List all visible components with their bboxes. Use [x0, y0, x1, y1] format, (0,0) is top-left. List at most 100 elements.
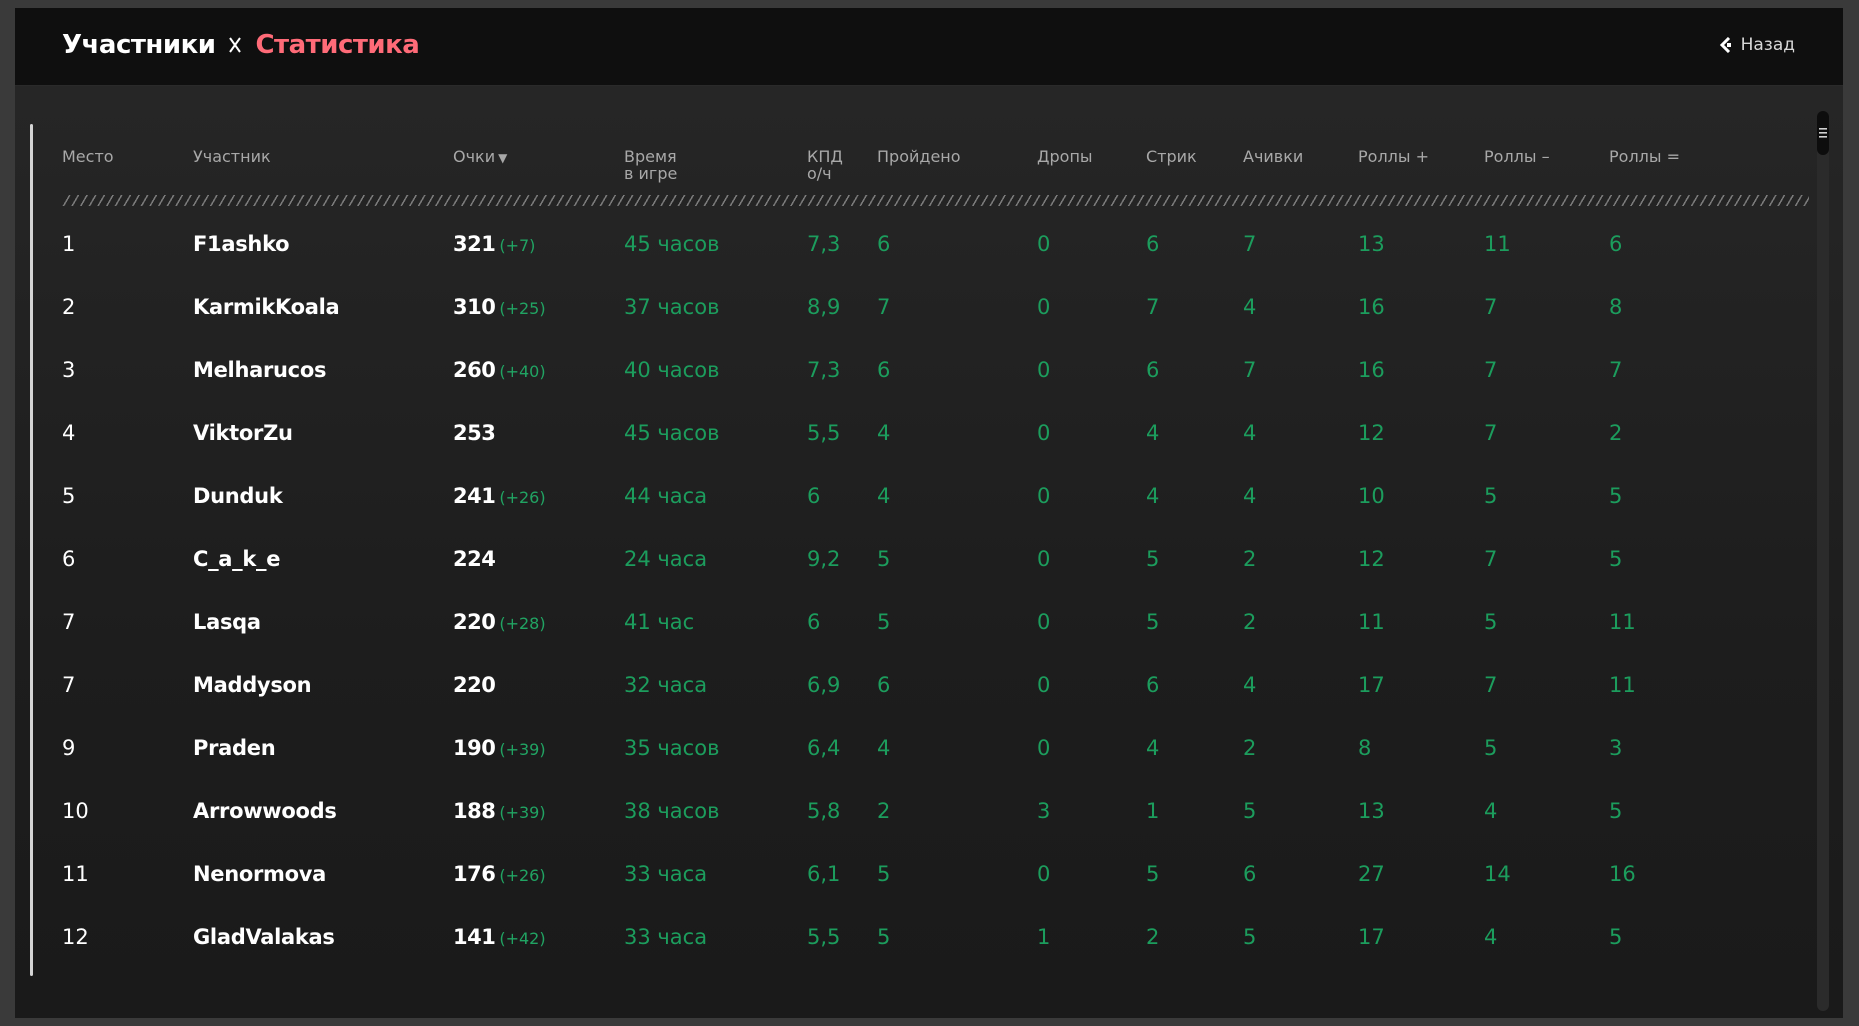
cell-rolls-equal: 5 — [1609, 547, 1623, 571]
cell-participant-name[interactable]: Maddyson — [193, 673, 312, 697]
cell-drops: 3 — [1037, 799, 1051, 823]
table-row[interactable]: 11 Nenormova 33 часа 6,1 5 0 5 6 27 14 16 176 (+26) — [62, 844, 1822, 907]
table-body: 1 F1ashko 45 часов 7,3 6 0 6 7 13 11 6 321 (+7) 2 Karm… — [62, 214, 1822, 970]
header-time-label-2: в игре — [624, 164, 678, 183]
points-value: 310 — [453, 295, 496, 319]
table-row[interactable]: 7 Maddyson 32 часа 6,9 6 0 6 4 17 7 11 220 — [62, 655, 1822, 718]
breadcrumb-participants-link[interactable]: Участники — [62, 30, 216, 60]
cell-achievements: 6 — [1243, 862, 1257, 886]
cell-achievements: 2 — [1243, 736, 1257, 760]
cell-participant-name[interactable]: Melharucos — [193, 358, 326, 382]
cell-participant-name[interactable]: C_a_k_e — [193, 547, 281, 571]
cell-points: 141 (+42) — [453, 925, 546, 949]
header-passed[interactable]: Пройдено — [877, 148, 961, 165]
cell-streak: 6 — [1146, 673, 1160, 697]
table-row[interactable]: 7 Lasqa 41 час 6 5 0 5 2 11 5 11 220 (+28) — [62, 592, 1822, 655]
cell-passed: 4 — [877, 484, 891, 508]
cell-time: 40 часов — [624, 358, 720, 382]
cell-participant-name[interactable]: Lasqa — [193, 610, 261, 634]
cell-achievements: 7 — [1243, 232, 1257, 256]
cell-rolls-minus: 7 — [1484, 421, 1498, 445]
cell-participant-name[interactable]: Praden — [193, 736, 276, 760]
cell-points: 176 (+26) — [453, 862, 546, 886]
points-value: 224 — [453, 547, 496, 571]
cell-kpd: 5,5 — [807, 421, 841, 445]
cell-rolls-equal: 11 — [1609, 673, 1636, 697]
cell-passed: 2 — [877, 799, 891, 823]
cell-streak: 7 — [1146, 295, 1160, 319]
cell-rolls-minus: 5 — [1484, 736, 1498, 760]
breadcrumb-current-page: Статистика — [255, 30, 420, 60]
cell-passed: 5 — [877, 862, 891, 886]
back-button[interactable]: Назад — [1719, 35, 1795, 55]
table-row[interactable]: 10 Arrowwoods 38 часов 5,8 2 3 1 5 13 4 5 188 (+39) — [62, 781, 1822, 844]
cell-participant-name[interactable]: Nenormova — [193, 862, 326, 886]
cell-participant-name[interactable]: Dunduk — [193, 484, 283, 508]
header-achievements-label: Ачивки — [1243, 147, 1304, 166]
table-row[interactable]: 1 F1ashko 45 часов 7,3 6 0 6 7 13 11 6 321 (+7) — [62, 214, 1822, 277]
table-row[interactable]: 6 C_a_k_e 24 часа 9,2 5 0 5 2 12 7 5 224 — [62, 529, 1822, 592]
cell-participant-name[interactable]: Arrowwoods — [193, 799, 337, 823]
cell-rolls-minus: 4 — [1484, 799, 1498, 823]
cell-rolls-equal: 3 — [1609, 736, 1623, 760]
cell-time: 35 часов — [624, 736, 720, 760]
cell-time: 45 часов — [624, 232, 720, 256]
scrollbar-track[interactable] — [1817, 111, 1829, 1011]
points-delta: (+42) — [499, 929, 546, 948]
table-row[interactable]: 2 KarmikKoala 37 часов 8,9 7 0 7 4 16 7 8 310 (+25) — [62, 277, 1822, 340]
cell-drops: 0 — [1037, 484, 1051, 508]
cell-streak: 4 — [1146, 736, 1160, 760]
cell-drops: 0 — [1037, 736, 1051, 760]
cell-points: 190 (+39) — [453, 736, 546, 760]
header-rolls-equal-label: Роллы = — [1609, 147, 1681, 166]
header-points[interactable]: Очки ▼ — [453, 148, 507, 167]
header-bar: Участники Статистика Назад — [15, 8, 1843, 86]
header-streak[interactable]: Стрик — [1146, 148, 1197, 165]
header-participant[interactable]: Участник — [193, 148, 271, 165]
header-rolls-plus[interactable]: Роллы + — [1358, 148, 1429, 165]
cell-place: 12 — [62, 925, 89, 949]
cell-rolls-plus: 16 — [1358, 358, 1385, 382]
cell-time: 32 часа — [624, 673, 708, 697]
cell-place: 5 — [62, 484, 76, 508]
table-row[interactable]: 5 Dunduk 44 часа 6 4 0 4 4 10 5 5 241 (+26) — [62, 466, 1822, 529]
cell-rolls-plus: 17 — [1358, 673, 1385, 697]
header-time[interactable]: Время в игре — [624, 148, 677, 182]
scrollbar-thumb[interactable] — [1817, 111, 1829, 155]
cell-rolls-plus: 8 — [1358, 736, 1372, 760]
cell-points: 310 (+25) — [453, 295, 546, 319]
cell-rolls-minus: 5 — [1484, 610, 1498, 634]
cell-drops: 0 — [1037, 232, 1051, 256]
back-label: Назад — [1740, 35, 1795, 55]
table-row[interactable]: 3 Melharucos 40 часов 7,3 6 0 6 7 16 7 7 260 (+40) — [62, 340, 1822, 403]
cell-time: 37 часов — [624, 295, 720, 319]
cell-kpd: 6,1 — [807, 862, 841, 886]
cell-participant-name[interactable]: GladValakas — [193, 925, 335, 949]
cell-achievements: 4 — [1243, 673, 1257, 697]
cell-rolls-minus: 7 — [1484, 547, 1498, 571]
table-row[interactable]: 4 ViktorZu 45 часов 5,5 4 0 4 4 12 7 2 253 — [62, 403, 1822, 466]
header-achievements[interactable]: Ачивки — [1243, 148, 1303, 165]
cell-points: 220 (+28) — [453, 610, 546, 634]
breadcrumb: Участники Статистика — [62, 30, 420, 60]
cell-rolls-plus: 12 — [1358, 547, 1385, 571]
cell-rolls-minus: 7 — [1484, 295, 1498, 319]
header-rolls-equal[interactable]: Роллы = — [1609, 148, 1680, 165]
header-rolls-minus[interactable]: Роллы – — [1484, 148, 1550, 165]
cell-participant-name[interactable]: F1ashko — [193, 232, 290, 256]
points-delta: (+40) — [499, 362, 546, 381]
cell-participant-name[interactable]: ViktorZu — [193, 421, 293, 445]
cell-streak: 1 — [1146, 799, 1160, 823]
scroll-grip-icon — [1819, 128, 1827, 138]
header-drops[interactable]: Дропы — [1037, 148, 1093, 165]
header-rolls-plus-label: Роллы + — [1358, 147, 1430, 166]
points-value: 260 — [453, 358, 496, 382]
cell-rolls-minus: 11 — [1484, 232, 1511, 256]
table-row[interactable]: 9 Praden 35 часов 6,4 4 0 4 2 8 5 3 190 (+39) — [62, 718, 1822, 781]
table-row[interactable]: 12 GladValakas 33 часа 5,5 5 1 2 5 17 4 5 141 (+42) — [62, 907, 1822, 970]
header-place[interactable]: Место — [62, 148, 114, 165]
header-kpd[interactable]: КПД о/ч — [807, 148, 843, 182]
cell-participant-name[interactable]: KarmikKoala — [193, 295, 340, 319]
cell-place: 3 — [62, 358, 76, 382]
cell-passed: 7 — [877, 295, 891, 319]
